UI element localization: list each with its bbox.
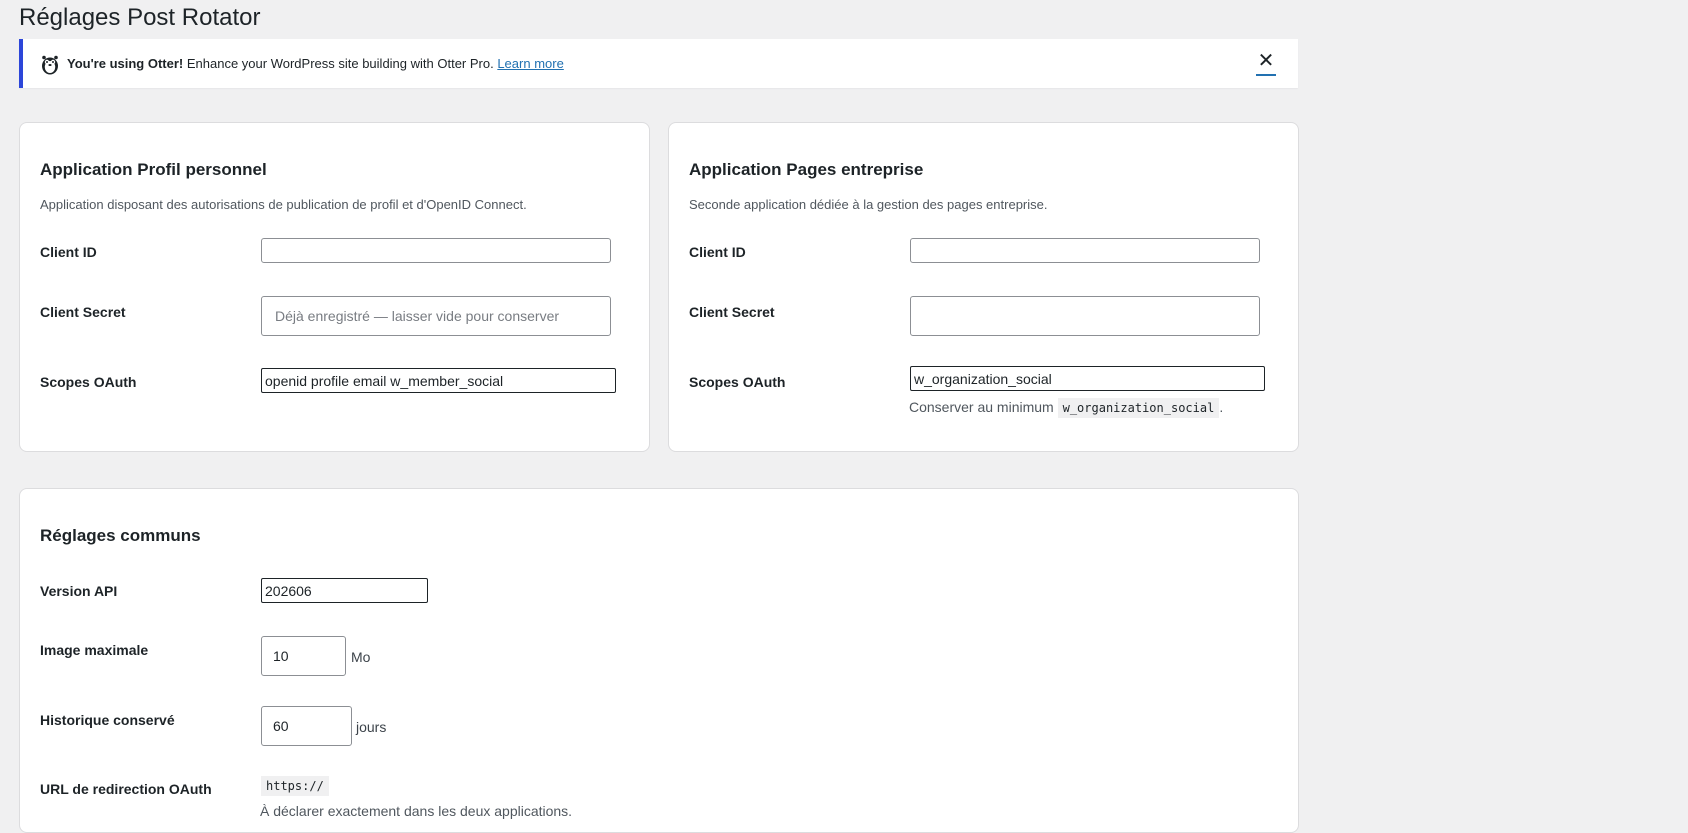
company-hint-code: w_organization_social [1057,398,1220,418]
common-settings-card: Réglages communs Version API Image maxim… [19,488,1299,833]
company-hint-prefix: Conserver au minimum [909,399,1058,415]
redirect-url-hint: À déclarer exactement dans les deux appl… [260,803,573,819]
company-scopes-input[interactable] [910,366,1265,391]
max-image-unit: Mo [351,649,371,665]
notice-text: Enhance your WordPress site building wit… [183,56,498,71]
company-client-id-label: Client ID [689,244,746,260]
personal-client-secret-label: Client Secret [40,304,126,320]
notice-message: You're using Otter! Enhance your WordPre… [67,55,564,73]
api-version-input[interactable] [261,578,428,603]
company-client-secret-input[interactable] [910,296,1260,336]
company-client-id-input[interactable] [910,238,1260,263]
max-image-label: Image maximale [40,642,149,658]
company-client-secret-label: Client Secret [689,304,775,320]
company-app-title: Application Pages entreprise [689,160,924,179]
personal-client-secret-input[interactable] [261,296,611,336]
api-version-label: Version API [40,583,118,599]
max-image-input[interactable] [261,636,346,676]
company-scopes-hint: Conserver au minimum w_organization_soci… [909,397,1223,418]
personal-app-card: Application Profil personnel Application… [19,122,650,452]
otter-notice: You're using Otter! Enhance your WordPre… [19,39,1298,88]
notice-brand: You're using Otter! [67,56,184,71]
company-hint-suffix: . [1219,399,1224,415]
history-label: Historique conservé [40,712,175,728]
personal-app-title: Application Profil personnel [40,160,267,179]
redirect-url-code: https:// [261,776,329,796]
history-input[interactable] [261,706,352,746]
common-settings-title: Réglages communs [40,526,201,545]
history-unit: jours [356,719,387,735]
learn-more-link[interactable]: Learn more [497,56,563,71]
personal-scopes-input[interactable] [261,368,616,393]
company-scopes-label: Scopes OAuth [689,374,786,390]
company-app-card: Application Pages entreprise Seconde app… [668,122,1299,452]
personal-scopes-label: Scopes OAuth [40,374,137,390]
otter-icon [39,53,61,75]
company-app-description: Seconde application dédiée à la gestion … [689,197,1048,212]
personal-app-description: Application disposant des autorisations … [40,197,527,212]
page-title: Réglages Post Rotator [19,4,261,31]
personal-client-id-input[interactable] [261,238,611,263]
personal-client-id-label: Client ID [40,244,97,260]
close-icon[interactable]: ✕ [1256,50,1276,76]
redirect-url-label: URL de redirection OAuth [40,781,212,797]
